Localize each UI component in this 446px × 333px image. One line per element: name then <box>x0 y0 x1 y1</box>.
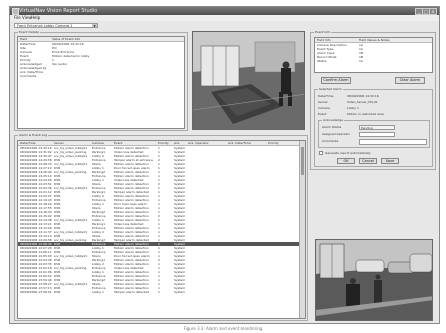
column-header[interactable]: Event <box>114 141 157 145</box>
details-field: Comments <box>20 74 37 78</box>
alarm-status-label: Alarm Status <box>322 125 342 129</box>
selected-alarm-group: Selected Alarm Date/Time 08/09/2006 14:3… <box>314 87 433 167</box>
column-header[interactable]: Date/Time <box>20 141 53 145</box>
confirm-alarm-button[interactable]: Confirm Alarm <box>321 77 351 84</box>
column-header[interactable]: Server <box>54 141 91 145</box>
acknowledge-group: Acknowledge Alarm Status Pending Assigne… <box>318 118 430 148</box>
field-label: Server <box>318 100 328 104</box>
event-log-scrollbar[interactable] <box>299 141 305 318</box>
lobby-camera-view[interactable] <box>192 31 305 130</box>
title-bar: VirtualNav Vision Report Studio _ □ ✕ <box>10 7 439 15</box>
menu-help[interactable]: Help <box>31 15 40 21</box>
table-row[interactable]: 08/09/2006 13:56:01 DVR Lobby 1 Tamper alar… <box>18 290 305 294</box>
column-header[interactable]: Ack. Date/Time <box>228 141 266 145</box>
details-row[interactable]: Comments <box>18 74 184 78</box>
field-label: Date/Time <box>318 94 334 98</box>
table-cell: 1 <box>158 290 160 294</box>
column-header[interactable]: Priority <box>268 141 298 145</box>
field-info-list[interactable]: Field Info Field Values & Notes Camera D… <box>314 37 433 73</box>
auto-report-checkbox[interactable] <box>319 151 323 155</box>
chevron-down-icon[interactable]: ▼ <box>92 24 97 27</box>
event-details-list[interactable]: Field Value of Event Info Date/Time 08/09… <box>17 36 185 129</box>
column-header[interactable]: Camera <box>92 141 113 145</box>
assigned-operator-label: Assigned Operator <box>322 132 350 136</box>
parking-camera-view[interactable] <box>315 239 433 321</box>
table-cell: Lobby 1 <box>92 290 104 294</box>
column-header[interactable]: Ack. Operator <box>188 141 226 145</box>
field-info-row[interactable]: Status 1A <box>315 59 432 63</box>
event-log-group: Alarm & Event Log Date/Time Server Camera E… <box>14 133 308 321</box>
scrollbar-thumb[interactable] <box>301 147 304 175</box>
field-value: Motion in restricted area <box>347 112 384 116</box>
event-info-group: Event Info Field Info Field Values & Not… <box>310 30 436 170</box>
field-value: Lobby 1 <box>347 106 359 110</box>
window-title: VirtualNav Vision Report Studio <box>19 8 98 14</box>
save-button[interactable]: Save <box>381 158 399 164</box>
alarm-status-field[interactable]: Pending <box>359 125 395 130</box>
table-cell: DVR <box>54 290 61 294</box>
event-info-label: Event Info <box>314 30 332 34</box>
field-info-header-a: Field Info <box>317 38 331 42</box>
field-value: Video_Server_HQ-01 <box>347 100 378 104</box>
lobby-camera-image <box>193 32 304 129</box>
table-cell: System <box>174 290 186 294</box>
assigned-operator-field[interactable] <box>359 132 395 137</box>
alarm-status-value: Pending <box>361 126 373 130</box>
field-info-header-b: Field Values & Notes <box>359 38 390 42</box>
field-label: Camera <box>318 106 330 110</box>
details-header-value: Value of Event Info <box>52 37 81 41</box>
clear-alarm-button[interactable]: Clear Alarm <box>395 77 425 84</box>
field-info-value: 1A <box>359 59 363 63</box>
parking-camera-image <box>316 240 432 320</box>
table-cell: 08/09/2006 13:56:01 <box>20 290 52 294</box>
comments-label: Comments <box>322 139 339 143</box>
ok-button[interactable]: OK <box>337 158 355 164</box>
field-value: 08/09/2006 14:32:16 <box>347 94 379 98</box>
camera-selector[interactable]: Front Entrance Lobby Camera 1 ▼ <box>14 23 98 28</box>
app-icon <box>12 8 19 15</box>
field-info-name: Status <box>317 59 327 63</box>
table-cell: Tamper alarm detected <box>114 290 149 294</box>
menu-bar: File View Help <box>10 15 439 21</box>
event-log-table[interactable]: Date/Time Server Camera Event Priority Ack. Ac… <box>17 140 306 319</box>
cancel-button[interactable]: Cancel <box>359 158 377 164</box>
event-details-group: Event Details Field Value of Event Info … <box>14 30 188 131</box>
column-header[interactable]: Priority <box>158 141 172 145</box>
acknowledge-label: Acknowledge <box>322 118 344 122</box>
selected-alarm-label: Selected Alarm <box>318 87 343 91</box>
comments-field[interactable] <box>359 139 427 145</box>
figure-caption: Figure 3.3: Alarm and event monitoring <box>183 326 263 331</box>
menu-file[interactable]: File <box>14 15 21 21</box>
close-button[interactable]: ✕ <box>429 8 437 15</box>
details-header-field: Field <box>20 37 27 41</box>
event-log-label: Alarm & Event Log <box>18 133 48 137</box>
field-label: Event <box>318 112 327 116</box>
app-window: VirtualNav Vision Report Studio _ □ ✕ Fi… <box>9 6 440 324</box>
column-header[interactable]: Ack. <box>174 141 187 145</box>
event-details-label: Event Details <box>18 30 40 34</box>
auto-report-label: Generate report automatically <box>325 151 371 155</box>
camera-selector-value: Front Entrance Lobby Camera 1 <box>17 24 73 28</box>
